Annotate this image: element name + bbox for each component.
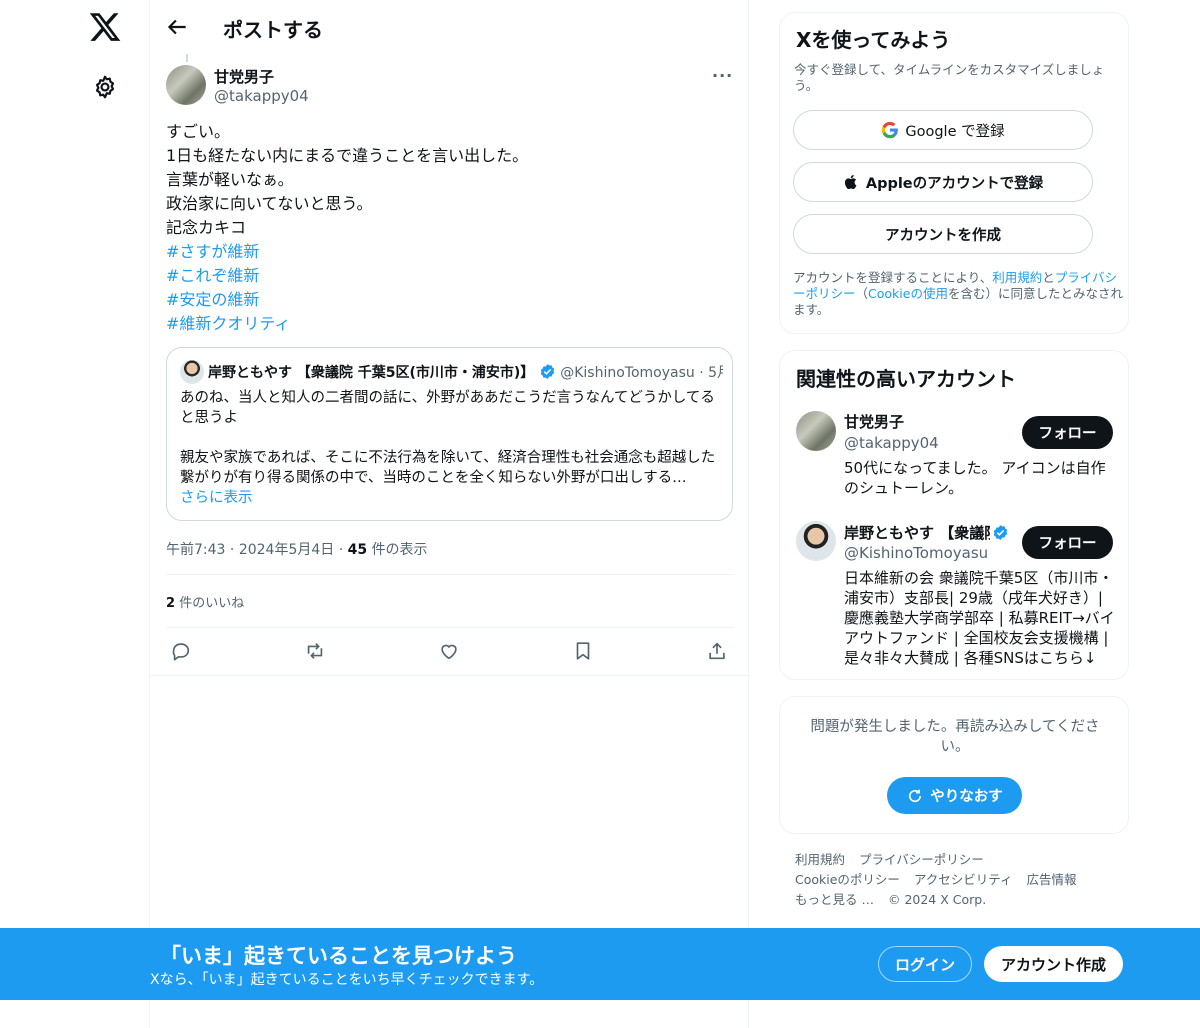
google-signup-label: Google で登録: [905, 123, 1005, 140]
apple-signup-button[interactable]: Appleのアカウントで登録: [793, 162, 1093, 202]
like-heart-icon[interactable]: [438, 640, 460, 662]
quote-date: 5月2日: [708, 365, 723, 381]
quote-paragraph: 親友や家族であれば、そこに不法行為を除いて、経済合理性も社会通念も超越した繋がり…: [180, 450, 716, 486]
related-bio: 日本維新の会 衆議院千葉5区（市川市・浦安市）支部長| 29歳（戌年犬好き）| …: [844, 569, 1115, 667]
likes-summary[interactable]: 2 件のいいね: [166, 592, 244, 611]
error-card: 問題が発生しました。再読み込みしてください。 やりなおす: [779, 696, 1129, 834]
footer-link[interactable]: Cookieのポリシー: [795, 872, 900, 887]
post-time[interactable]: 午前7:43: [166, 542, 225, 558]
author-handle[interactable]: @takappy04: [214, 87, 309, 105]
related-avatar[interactable]: [796, 411, 836, 451]
likes-label: 件のいいね: [179, 596, 245, 611]
post-date[interactable]: 2024年5月4日: [239, 542, 334, 558]
repost-icon[interactable]: [304, 640, 326, 662]
tweet-line: 1日も経たない内にまるで違うことを言い出した。: [166, 146, 529, 165]
login-button[interactable]: ログイン: [878, 946, 972, 982]
reply-icon[interactable]: [170, 640, 192, 662]
footer-link[interactable]: 広告情報: [1027, 872, 1077, 887]
post-meta: 午前7:43 · 2024年5月4日 · 45 件の表示: [166, 539, 428, 559]
related-name[interactable]: 岸野ともやす 【衆議院: [844, 522, 990, 543]
follow-button[interactable]: フォロー: [1022, 526, 1113, 559]
signup-card: Xを使ってみよう 今すぐ登録して、タイムラインをカスタマイズしましょう。 Goo…: [779, 12, 1129, 334]
apple-signup-label: Appleのアカウントで登録: [865, 175, 1044, 192]
views-label: 件の表示: [371, 542, 428, 558]
bottom-signup-banner: 「いま」起きていることを見つけよう Xなら、「いま」起きていることをいち早くチェ…: [0, 928, 1200, 1000]
meta-separator: ·: [338, 542, 348, 558]
quote-author-name: 岸野ともやす 【衆議院 千葉5区(市川市・浦安市)】: [208, 365, 535, 381]
verified-badge-icon: [993, 525, 1008, 540]
quote-spacer: [180, 428, 725, 448]
banner-subtitle: Xなら、「いま」起きていることをいち早くチェックできます。: [150, 972, 544, 988]
signup-terms: アカウントを登録することにより、利用規約とプライバシーポリシー（Cookieの使…: [793, 270, 1123, 318]
terms-text: （: [855, 286, 869, 301]
signup-button[interactable]: アカウント作成: [984, 946, 1123, 982]
views-count: 45: [347, 542, 368, 558]
tweet-line: 言葉が軽いなぁ。: [166, 170, 294, 189]
related-title: 関連性の高いアカウント: [796, 367, 1016, 391]
quote-paragraph: あのね、当人と知人の二者間の話に、外野がああだこうだ言うなんてどうかしてると思う…: [180, 390, 715, 426]
related-handle[interactable]: @takappy04: [844, 434, 939, 452]
quote-author-handle: @KishinoTomoyasu: [560, 365, 695, 381]
hashtag-link[interactable]: #維新クオリティ: [166, 312, 726, 336]
quote-text: あのね、当人と知人の二者間の話に、外野がああだこうだ言うなんてどうかしてると思う…: [180, 388, 725, 508]
hashtag-link[interactable]: #これぞ維新: [166, 264, 726, 288]
show-more-link[interactable]: さらに表示: [180, 488, 725, 508]
signup-title: Xを使ってみよう: [796, 28, 951, 52]
tweet-text: すごい。 1日も経たない内にまるで違うことを言い出した。 言葉が軽いなぁ。 政治…: [166, 120, 726, 336]
meta-separator: ·: [229, 542, 239, 558]
follow-button[interactable]: フォロー: [1022, 416, 1113, 449]
share-icon[interactable]: [706, 640, 728, 662]
x-logo-icon[interactable]: [88, 10, 122, 44]
cookie-link[interactable]: Cookieの使用: [868, 286, 948, 301]
related-bio: 50代になってました。 アイコンは自作のシュトーレン。: [844, 459, 1106, 497]
related-accounts-card: 関連性の高いアカウント 甘党男子 @takappy04 フォロー 50代になって…: [779, 350, 1129, 680]
back-arrow-icon[interactable]: [164, 14, 190, 40]
google-signup-button[interactable]: Google で登録: [793, 110, 1093, 150]
quote-date-separator: ·: [699, 365, 709, 381]
footer-links: 利用規約 プライバシーポリシー Cookieのポリシー アクセシビリティ 広告情…: [795, 850, 1125, 910]
more-options-icon[interactable]: ···: [712, 66, 734, 85]
hashtag-link[interactable]: #さすが維新: [166, 240, 726, 264]
related-avatar[interactable]: [796, 521, 836, 561]
settings-gear-icon[interactable]: [92, 74, 118, 100]
terms-text: アカウントを登録することにより、: [793, 270, 993, 285]
terms-link[interactable]: 利用規約: [992, 270, 1042, 285]
main-column: ポストする 甘党男子 @takappy04 ··· すごい。 1日も経たない内に…: [149, 0, 750, 1028]
apple-icon: [844, 174, 857, 190]
retry-button[interactable]: やりなおす: [887, 777, 1022, 814]
footer-link[interactable]: アクセシビリティ: [914, 872, 1013, 887]
author-avatar[interactable]: [166, 65, 206, 105]
terms-text: と: [1042, 270, 1055, 285]
error-message: 問題が発生しました。再読み込みしてください。: [810, 719, 1100, 755]
related-name[interactable]: 甘党男子: [844, 411, 1014, 432]
quote-header: 岸野ともやす 【衆議院 千葉5区(市川市・浦安市)】 @KishinoTomoy…: [208, 362, 723, 382]
page-title: ポストする: [223, 18, 323, 42]
quoted-post[interactable]: 岸野ともやす 【衆議院 千葉5区(市川市・浦安市)】 @KishinoTomoy…: [166, 347, 733, 521]
create-account-button[interactable]: アカウントを作成: [793, 214, 1093, 254]
author-name[interactable]: 甘党男子: [214, 66, 274, 87]
verified-badge-icon: [540, 364, 554, 379]
action-bar: [150, 628, 750, 676]
signup-subtitle: 今すぐ登録して、タイムラインをカスタマイズしましょう。: [794, 62, 1105, 93]
hashtag-link[interactable]: #安定の維新: [166, 288, 726, 312]
post-header: ポストする: [150, 0, 748, 54]
left-nav: [0, 0, 150, 1028]
quote-avatar: [180, 360, 204, 384]
footer-link[interactable]: 利用規約: [795, 852, 845, 867]
related-handle[interactable]: @KishinoTomoyasu: [844, 544, 988, 562]
footer-link[interactable]: プライバシーポリシー: [859, 852, 984, 867]
likes-count: 2: [166, 596, 176, 611]
tweet-line: 政治家に向いてないと思う。: [166, 194, 373, 213]
footer-link[interactable]: もっと見る …: [795, 892, 874, 907]
google-icon: [882, 121, 899, 139]
tweet-line: すごい。: [166, 122, 231, 141]
copyright: © 2024 X Corp.: [887, 892, 987, 907]
refresh-icon: [909, 789, 922, 802]
bookmark-icon[interactable]: [572, 640, 594, 662]
tweet-line: 記念カキコ: [166, 218, 247, 237]
retry-label: やりなおす: [930, 789, 1003, 805]
thread-line: [186, 54, 188, 62]
divider: [166, 574, 734, 575]
banner-title: 「いま」起きていることを見つけよう: [160, 944, 517, 968]
